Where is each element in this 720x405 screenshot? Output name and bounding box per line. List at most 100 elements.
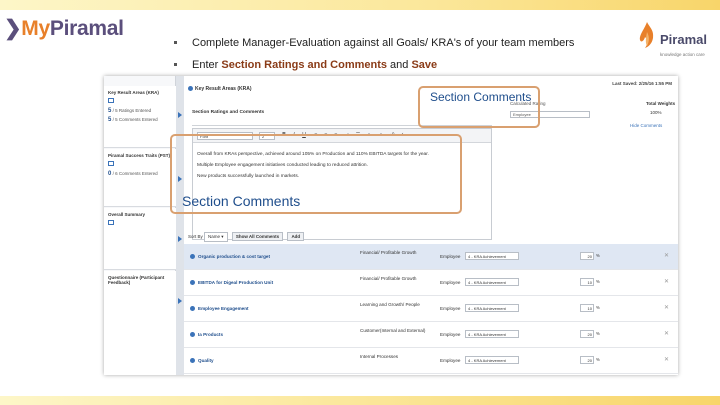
total-weights-label: Total Weights <box>646 101 676 106</box>
kra-name: Employee Engagement <box>198 306 249 311</box>
kra-name-link[interactable]: Ia Products <box>190 332 224 338</box>
kra-name-link[interactable]: EBITDA for Digeal Production Unit <box>190 280 274 286</box>
link-icon <box>108 98 114 103</box>
piramal-wordmark: Piramal <box>660 32 707 47</box>
comments-stat: 5 / 5 Comments Entered <box>108 117 172 123</box>
weight-input[interactable]: 20 <box>580 356 594 364</box>
table-row[interactable]: Employee Engagement Learning and Growth/… <box>184 296 678 322</box>
table-row[interactable]: Ia Products Customer(Internal and Extern… <box>184 322 678 348</box>
instruction-text-pre: Enter <box>192 59 222 71</box>
add-button[interactable]: Add <box>287 232 305 241</box>
kra-table: Organic production & cost target Financi… <box>184 244 678 374</box>
close-icon[interactable]: ✕ <box>664 304 669 311</box>
percent-sign: % <box>596 253 600 258</box>
percent-sign: % <box>596 279 600 284</box>
rating-select[interactable]: 4 - KRA Achievement <box>465 252 519 260</box>
nav-section-pst[interactable]: Piramal Success Traits (PST) 0 / 6 Comme… <box>104 149 176 207</box>
nav-section-overall-summary[interactable]: Overall Summary <box>104 208 176 270</box>
percent-sign: % <box>596 331 600 336</box>
callout-label: Section Comments <box>182 193 301 209</box>
callout-label: Section Comments <box>430 90 532 104</box>
chevron-right-icon: ❯ <box>4 17 22 40</box>
table-row[interactable]: EBITDA for Digeal Production Unit Financ… <box>184 270 678 296</box>
flame-icon <box>639 22 654 48</box>
kra-group: Financial/ Profitable Growth <box>360 276 417 281</box>
section-comments-callout-left: Section Comments <box>170 134 462 214</box>
nav-section-questionnaire[interactable]: Questionnaire (Participant Feedback) <box>104 271 176 375</box>
table-row[interactable]: Quality Internal Processes Employee 4 - … <box>184 348 678 374</box>
comments-stat: 0 / 6 Comments Entered <box>108 171 172 177</box>
left-navigation-pane: Key Result Areas (KRA) 5 / 5 Ratings Ent… <box>104 76 176 375</box>
close-icon[interactable]: ✕ <box>664 356 669 363</box>
kra-name: Organic production & cost target <box>198 254 270 259</box>
info-icon <box>190 254 195 260</box>
table-row[interactable]: Organic production & cost target Financi… <box>184 244 678 270</box>
rating-source: Employee <box>440 332 461 337</box>
nav-section-kra[interactable]: Key Result Areas (KRA) 5 / 5 Ratings Ent… <box>104 86 176 148</box>
stat-number: 0 <box>108 171 112 177</box>
weight-input[interactable]: 20 <box>580 252 594 260</box>
top-decorative-band <box>0 0 720 10</box>
instruction-text: Complete Manager-Evaluation against all … <box>192 37 575 49</box>
rating-select[interactable]: 4 - KRA Achievement <box>465 304 519 312</box>
instruction-list: Complete Manager-Evaluation against all … <box>168 36 574 80</box>
percent-sign: % <box>596 305 600 310</box>
kra-group: Learning and Growth/ People <box>360 302 420 307</box>
ratings-stat: 5 / 5 Ratings Entered <box>108 108 172 114</box>
weight-input[interactable]: 20 <box>580 330 594 338</box>
stat-label: / 6 Comments Entered <box>112 171 158 176</box>
info-icon <box>188 86 193 92</box>
bottom-decorative-band <box>0 396 720 405</box>
arrow-right-icon[interactable] <box>178 298 182 304</box>
kra-group: Financial/ Profitable Growth <box>360 250 417 255</box>
info-icon <box>190 332 195 338</box>
stat-label: / 5 Ratings Entered <box>112 108 152 113</box>
kra-heading-text: Key Result Areas (KRA) <box>195 86 252 92</box>
weight-input[interactable]: 10 <box>580 278 594 286</box>
sort-select[interactable]: Name ▾ <box>204 232 228 242</box>
percent-sign: % <box>596 357 600 362</box>
weight-input[interactable]: 10 <box>580 304 594 312</box>
close-icon[interactable]: ✕ <box>664 252 669 259</box>
link-icon <box>108 161 114 166</box>
nav-section-title: Piramal Success Traits (PST) <box>108 153 171 158</box>
close-icon[interactable]: ✕ <box>664 330 669 337</box>
piramal-logo: Piramal knowledge action care <box>636 20 716 64</box>
nav-section-title: Questionnaire (Participant Feedback) <box>108 275 165 285</box>
piramal-tagline: knowledge action care <box>660 52 705 57</box>
logo-name: Piramal <box>49 17 124 40</box>
rating-select[interactable]: 4 - KRA Achievement <box>465 330 519 338</box>
total-weights-value: 100% <box>650 110 662 115</box>
rating-select[interactable]: 4 - KRA Achievement <box>465 278 519 286</box>
kra-name: EBITDA for Digeal Production Unit <box>198 280 274 285</box>
collapse-strip[interactable] <box>176 76 184 375</box>
mypiramal-logo: ❯MyPiramal <box>4 16 124 41</box>
kra-name-link[interactable]: Organic production & cost target <box>190 254 270 260</box>
rating-source: Employee <box>440 358 461 363</box>
rating-source: Employee <box>440 280 461 285</box>
arrow-right-icon[interactable] <box>178 236 182 242</box>
arrow-right-icon[interactable] <box>178 112 182 118</box>
sort-bar: Sort By Name ▾ Show All Comments Add <box>188 232 307 242</box>
instruction-highlight: Section Ratings and Comments <box>221 59 387 71</box>
kra-name-link[interactable]: Quality <box>190 358 214 364</box>
kra-name-link[interactable]: Employee Engagement <box>190 306 249 312</box>
rating-source: Employee <box>440 306 461 311</box>
section-comments-callout-top: Section Comments <box>418 86 540 128</box>
kra-heading: Key Result Areas (KRA) <box>188 86 252 92</box>
info-icon <box>190 306 195 312</box>
info-icon <box>190 358 195 364</box>
close-icon[interactable]: ✕ <box>664 278 669 285</box>
kra-name: Ia Products <box>198 332 224 337</box>
link-icon <box>108 220 114 225</box>
kra-group: Internal Processes <box>360 354 399 359</box>
instruction-item: Complete Manager-Evaluation against all … <box>168 36 574 58</box>
stat-number: 5 <box>108 108 112 114</box>
show-all-comments-button[interactable]: Show All Comments <box>231 232 284 241</box>
info-icon <box>190 280 195 286</box>
rating-select[interactable]: 4 - KRA Achievement <box>465 356 519 364</box>
sort-value: Name <box>208 234 221 239</box>
hide-comments-link[interactable]: Hide Comments <box>630 123 662 128</box>
last-saved-text: Last Saved: 2/25/16 1:55 PM <box>612 81 672 86</box>
logo-prefix: My <box>21 17 50 40</box>
